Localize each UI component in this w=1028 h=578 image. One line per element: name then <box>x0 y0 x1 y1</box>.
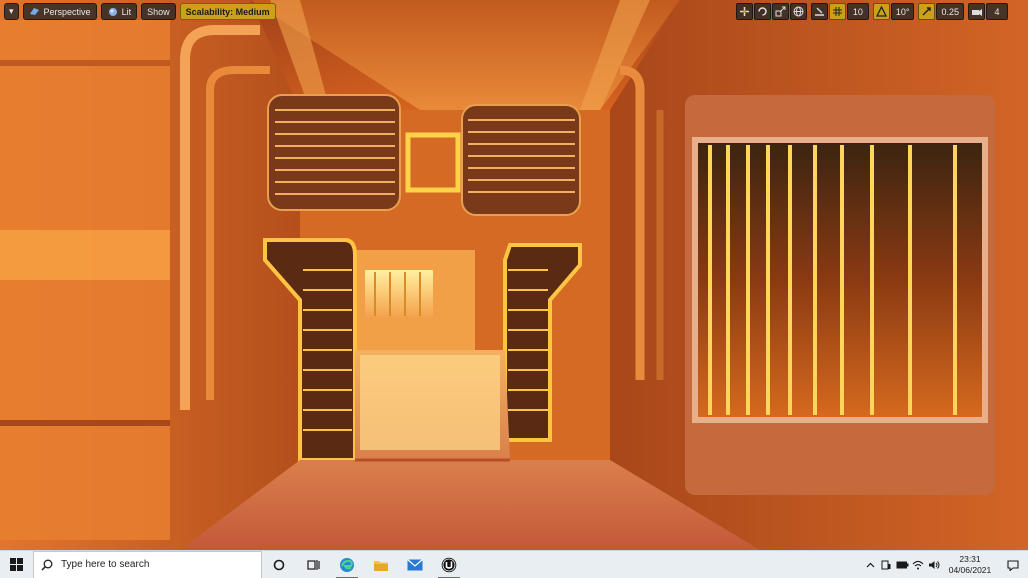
perspective-button[interactable]: Perspective <box>22 3 97 20</box>
taskbar-clock[interactable]: 23:31 04/06/2021 <box>942 554 998 576</box>
mail-icon <box>407 558 423 570</box>
lit-button[interactable]: Lit <box>100 3 138 20</box>
rotate-icon <box>758 7 767 16</box>
lit-label: Lit <box>121 6 132 17</box>
rotate-tool-button[interactable] <box>753 3 771 20</box>
perspective-label: Perspective <box>43 6 91 17</box>
meet-now-button[interactable] <box>878 551 894 578</box>
grid-snap-button[interactable] <box>828 3 846 20</box>
wifi-button[interactable] <box>910 551 926 578</box>
show-hidden-icons-button[interactable] <box>862 551 878 578</box>
chevron-down-icon: ▾ <box>9 6 14 16</box>
folder-icon <box>374 560 388 571</box>
system-tray: 23:31 04/06/2021 <box>862 551 1028 578</box>
mail-taskbar-app[interactable] <box>398 551 432 578</box>
cortana-circle-icon <box>273 559 285 570</box>
grid-snap-value[interactable]: 10 <box>846 3 869 20</box>
scale-icon <box>775 6 786 17</box>
cortana-button[interactable] <box>262 551 296 578</box>
scale-snap-button[interactable] <box>918 3 936 20</box>
notification-icon <box>1007 559 1019 571</box>
globe-icon <box>793 6 804 17</box>
camera-speed-button[interactable] <box>968 3 985 20</box>
rotation-snap-button[interactable] <box>872 3 890 20</box>
battery-icon <box>896 561 908 569</box>
translate-icon <box>739 7 749 16</box>
edge-taskbar-app[interactable] <box>330 551 364 578</box>
volume-button[interactable] <box>926 551 942 578</box>
scalability-label: Scalability: Medium <box>185 6 270 17</box>
taskbar-search-box[interactable]: Type here to search <box>33 550 262 578</box>
camera-speed-value[interactable]: 4 <box>986 3 1008 20</box>
windows-logo-icon <box>10 558 23 571</box>
world-local-button[interactable] <box>789 3 807 20</box>
chevron-up-icon <box>866 562 874 568</box>
scene-render <box>0 0 1028 550</box>
battery-button[interactable] <box>894 551 910 578</box>
clock-time: 23:31 <box>959 554 981 564</box>
surface-snap-button[interactable] <box>810 3 828 20</box>
surface-snap-icon <box>814 7 824 16</box>
task-view-button[interactable] <box>296 551 330 578</box>
start-button[interactable] <box>0 551 33 578</box>
search-icon <box>41 559 53 571</box>
perspective-cube-icon <box>29 7 41 17</box>
wifi-icon <box>912 560 924 570</box>
scalability-button[interactable]: Scalability: Medium <box>179 3 276 20</box>
device-icon <box>881 560 891 569</box>
speaker-icon <box>929 561 940 569</box>
search-placeholder: Type here to search <box>61 559 150 570</box>
viewport-toolbar-left: ▾ Perspective Lit Show Scalability: Medi… <box>4 3 280 20</box>
angle-icon <box>875 6 887 17</box>
notifications-button[interactable] <box>998 551 1028 578</box>
level-viewport[interactable]: ▾ Perspective Lit Show Scalability: Medi… <box>0 0 1028 550</box>
lit-sphere-icon <box>107 7 119 17</box>
scale-tool-button[interactable] <box>771 3 789 20</box>
show-label: Show <box>147 6 170 17</box>
windows-taskbar: Type here to search 23:31 04/06/2021 <box>0 550 1028 578</box>
clock-date: 04/06/2021 <box>948 565 992 575</box>
rotation-snap-value[interactable]: 10° <box>890 3 915 20</box>
scale-snap-icon <box>922 7 932 16</box>
translate-tool-button[interactable] <box>735 3 753 20</box>
grid-icon <box>832 7 842 16</box>
unreal-engine-taskbar-app[interactable] <box>432 551 466 578</box>
camera-icon <box>971 8 982 16</box>
show-button[interactable]: Show <box>141 3 176 20</box>
viewport-options-button[interactable]: ▾ <box>4 3 19 20</box>
viewport-toolbar-right: 10 10° 0.25 4 <box>735 3 1008 20</box>
task-view-icon <box>306 559 320 570</box>
file-explorer-taskbar-app[interactable] <box>364 551 398 578</box>
edge-browser-icon <box>340 557 354 572</box>
unreal-engine-icon <box>441 557 457 572</box>
scale-snap-value[interactable]: 0.25 <box>936 3 964 20</box>
